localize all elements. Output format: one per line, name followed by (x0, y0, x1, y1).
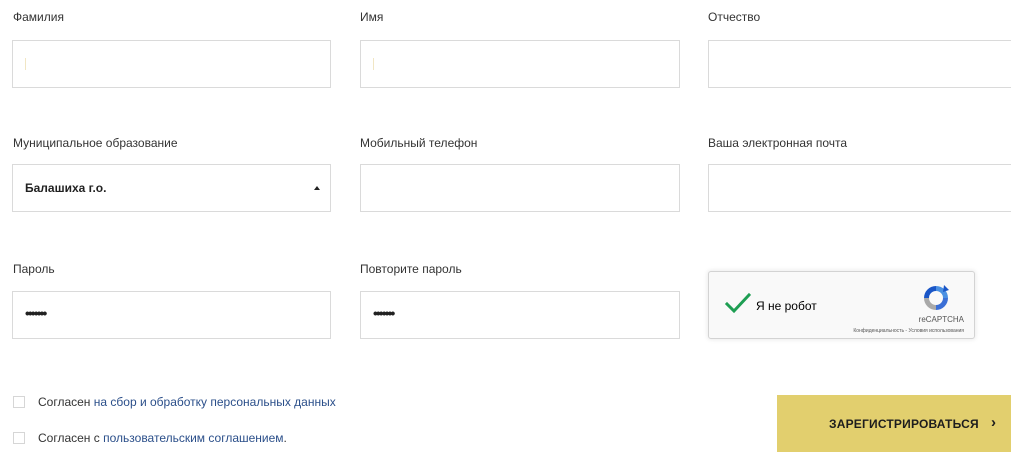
chevron-right-icon: › (991, 414, 996, 431)
password-masked-value: ••••••• (25, 305, 47, 321)
municipality-selected-value: Балашиха г.о. (25, 181, 107, 195)
consent-user-agreement-checkbox[interactable] (13, 432, 25, 444)
password-repeat-input[interactable]: ••••••• (360, 291, 680, 339)
phone-input[interactable] (360, 164, 680, 212)
consent-personal-data-text: Согласен на сбор и обработку персональны… (38, 395, 336, 409)
consent-user-agreement-link[interactable]: пользовательским соглашением (103, 431, 283, 445)
recaptcha-widget: Я не робот reCAPTCHA Конфиденциальность … (708, 271, 975, 339)
first-name-label: Имя (360, 10, 384, 24)
recaptcha-brand: reCAPTCHA (918, 315, 964, 324)
caret-up-icon (314, 186, 320, 190)
phone-label: Мобильный телефон (360, 136, 478, 150)
password-repeat-label: Повторите пароль (360, 262, 462, 276)
register-button[interactable]: ЗАРЕГИСТРИРОВАТЬСЯ › (777, 395, 1011, 452)
checkmark-icon[interactable] (725, 292, 751, 314)
password-repeat-masked-value: ••••••• (373, 305, 395, 321)
privacy-link[interactable]: Конфиденциальность (853, 328, 904, 334)
consent-personal-data-link[interactable]: на сбор и обработку персональных данных (94, 395, 336, 409)
recaptcha-links: Конфиденциальность - Условия использован… (853, 328, 964, 334)
patronymic-label: Отчество (708, 10, 761, 24)
patronymic-input[interactable] (708, 40, 1011, 88)
consent-prefix: Согласен с (38, 431, 104, 445)
consent-suffix: . (283, 431, 287, 445)
consent-prefix: Согласен (38, 395, 94, 409)
password-input[interactable]: ••••••• (12, 291, 331, 339)
terms-link[interactable]: Условия использования (909, 328, 965, 334)
municipality-select[interactable]: Балашиха г.о. (12, 164, 331, 212)
register-button-label: ЗАРЕГИСТРИРОВАТЬСЯ (829, 417, 979, 431)
municipality-label: Муниципальное образование (13, 136, 178, 150)
password-label: Пароль (13, 262, 55, 276)
last-name-label: Фамилия (13, 10, 64, 24)
email-input[interactable] (708, 164, 1011, 212)
first-name-input[interactable] (360, 40, 680, 88)
last-name-input[interactable] (12, 40, 331, 88)
email-label: Ваша электронная почта (708, 136, 848, 150)
text-cursor (25, 58, 26, 70)
consent-user-agreement-text: Согласен с пользовательским соглашением. (38, 431, 287, 445)
recaptcha-label: Я не робот (756, 299, 817, 313)
recaptcha-logo-icon (924, 285, 949, 310)
text-cursor (373, 58, 374, 70)
consent-personal-data-checkbox[interactable] (13, 396, 25, 408)
